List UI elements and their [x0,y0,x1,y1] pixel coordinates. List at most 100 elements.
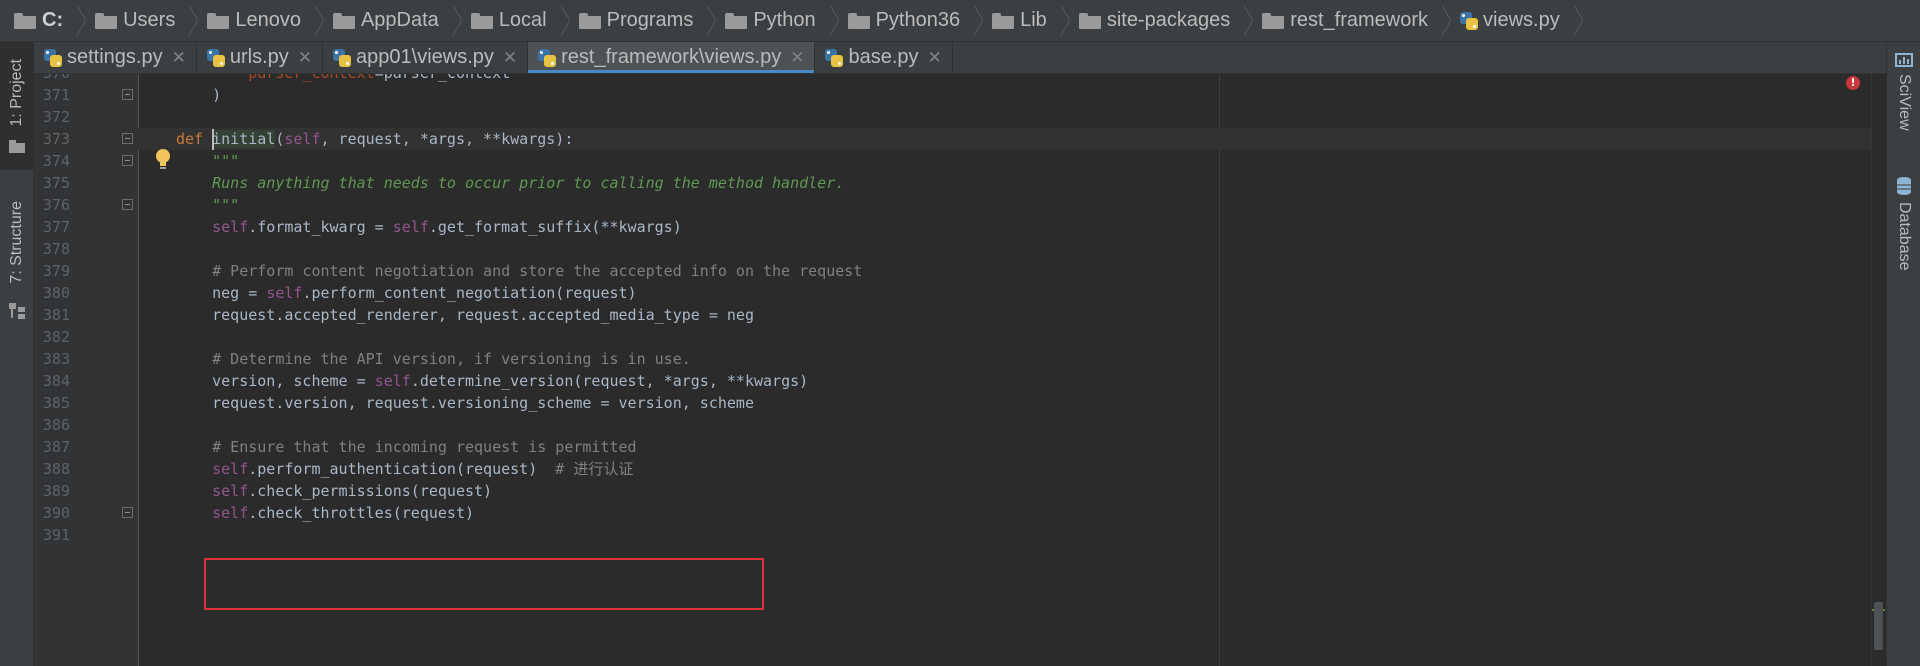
code-token: # 进行认证 [555,460,634,478]
breadcrumb-separator [1568,0,1582,42]
line-number: 378 [42,240,70,258]
code-line[interactable]: 379 # Perform content negotiation and st… [34,260,1872,282]
breadcrumb-separator [1238,0,1252,42]
code-line[interactable]: 380 neg = self.perform_content_negotiati… [34,282,1872,304]
breadcrumb-label: Lib [1020,9,1047,31]
code-token: .perform_authentication(request) [248,460,556,478]
code-line[interactable]: 373 def initial(self, request, *args, **k… [34,128,1872,150]
code-token: version, scheme = [176,372,375,390]
code-line[interactable]: 384 version, scheme = self.determine_ver… [34,370,1872,392]
fold-toggle-icon[interactable] [122,155,133,166]
close-tab-icon[interactable]: ✕ [503,48,517,68]
fold-toggle-icon[interactable] [122,133,133,144]
right-tool-strip: SciView Database [1886,42,1920,666]
code-text: request.version, request.versioning_sche… [176,392,754,414]
code-token: def [176,130,213,148]
line-number: 376 [42,196,70,214]
breadcrumb-item[interactable]: Programs [578,0,726,42]
close-tab-icon[interactable]: ✕ [298,48,312,68]
editor-tab[interactable]: app01\views.py ✕ [323,42,529,73]
close-tab-icon[interactable]: ✕ [928,48,942,68]
editor-tab[interactable]: settings.py ✕ [34,42,197,73]
line-number: 381 [42,306,70,324]
code-line[interactable]: 370 parser_context=parser_context [34,74,1872,84]
breadcrumb-label: Local [498,9,547,31]
folder-icon [1262,12,1285,29]
annotation-highlight-box [204,558,764,610]
fold-toggle-icon[interactable] [122,199,133,210]
close-tab-icon[interactable]: ✕ [790,48,804,68]
breadcrumb-item[interactable]: Python36 [847,0,993,42]
breadcrumb-item[interactable]: AppData [332,0,471,42]
vertical-scrollbar[interactable] [1871,74,1886,666]
code-token: .get_format_suffix(**kwargs) [428,218,682,236]
scrollbar-thumb[interactable] [1874,602,1883,650]
code-text: """ [176,150,239,172]
code-line[interactable]: 391 [34,524,1872,546]
code-line[interactable]: 386 [34,414,1872,436]
sciview-tool-tab[interactable]: SciView [1887,52,1920,131]
fold-toggle-icon[interactable] [122,507,133,518]
folder-icon [207,12,230,29]
tab-label: settings.py [67,46,163,68]
code-line[interactable]: 377 self.format_kwarg = self.get_format_… [34,216,1872,238]
structure-tool-tab[interactable]: 7: Structure [0,182,34,332]
code-line[interactable]: 385 request.version, request.versioning_… [34,392,1872,414]
code-line[interactable]: 387 # Ensure that the incoming request i… [34,436,1872,458]
code-text: neg = self.perform_content_negotiation(r… [176,282,637,304]
code-token: initial [212,130,276,148]
error-indicator-icon[interactable]: ! [1846,76,1860,90]
fold-toggle-icon[interactable] [122,89,133,100]
code-token: Runs anything that needs to occur prior … [176,174,845,192]
editor-tab[interactable]: rest_framework\views.py ✕ [528,42,816,73]
code-line[interactable]: 378 [34,238,1872,260]
code-line[interactable]: 388 self.perform_authentication(request)… [34,458,1872,480]
editor-tab[interactable]: base.py ✕ [815,42,953,73]
folder-icon [470,12,493,29]
code-line[interactable]: 390 self.check_throttles(request) [34,502,1872,524]
breadcrumb-item[interactable]: site-packages [1078,0,1262,42]
drive-folder-icon [14,12,36,29]
code-line[interactable]: 381 request.accepted_renderer, request.a… [34,304,1872,326]
code-text: # Ensure that the incoming request is pe… [176,436,636,458]
breadcrumb-item[interactable]: C: [14,0,95,42]
code-line[interactable]: 374 """ [34,150,1872,172]
code-token: neg = [176,284,267,302]
breadcrumb-item[interactable]: Local [470,0,579,42]
tab-label: rest_framework\views.py [561,46,782,68]
line-number: 380 [42,284,70,302]
folder-icon [992,12,1015,29]
breadcrumb-item[interactable]: views.py [1460,0,1592,42]
breadcrumb-separator [1055,0,1069,42]
breadcrumb-item[interactable]: Lenovo [207,0,333,42]
breadcrumb-item[interactable]: Python [725,0,847,42]
editor-tab[interactable]: urls.py ✕ [197,42,324,73]
project-tool-label: 1: Project [8,59,25,127]
lightbulb-icon[interactable] [152,147,174,173]
code-token: self [212,460,249,478]
code-token: , request, *args, **kwargs): [320,130,574,148]
code-text: # Perform content negotiation and store … [176,260,862,282]
code-editor[interactable]: 370 parser_context=parser_context371 )37… [34,74,1886,666]
code-line[interactable]: 376 """ [34,194,1872,216]
database-icon [1895,176,1913,200]
breadcrumb-item[interactable]: Users [95,0,207,42]
code-line[interactable]: 383 # Determine the API version, if vers… [34,348,1872,370]
code-line[interactable]: 382 [34,326,1872,348]
code-line[interactable]: 371 ) [34,84,1872,106]
breadcrumb-separator [824,0,838,42]
project-tool-tab[interactable]: 1: Project [0,42,34,170]
breadcrumb-item[interactable]: Lib [992,0,1079,42]
code-token: request.version, request.versioning_sche… [176,394,754,412]
line-number: 383 [42,350,70,368]
code-token: .perform_content_negotiation(request) [302,284,637,302]
close-tab-icon[interactable]: ✕ [172,48,186,68]
code-line[interactable]: 375 Runs anything that needs to occur pr… [34,172,1872,194]
database-tool-tab[interactable]: Database [1887,176,1920,271]
code-line[interactable]: 389 self.check_permissions(request) [34,480,1872,502]
breadcrumb-item[interactable]: rest_framework [1262,0,1460,42]
code-line[interactable]: 372 [34,106,1872,128]
tab-label: app01\views.py [356,46,494,68]
